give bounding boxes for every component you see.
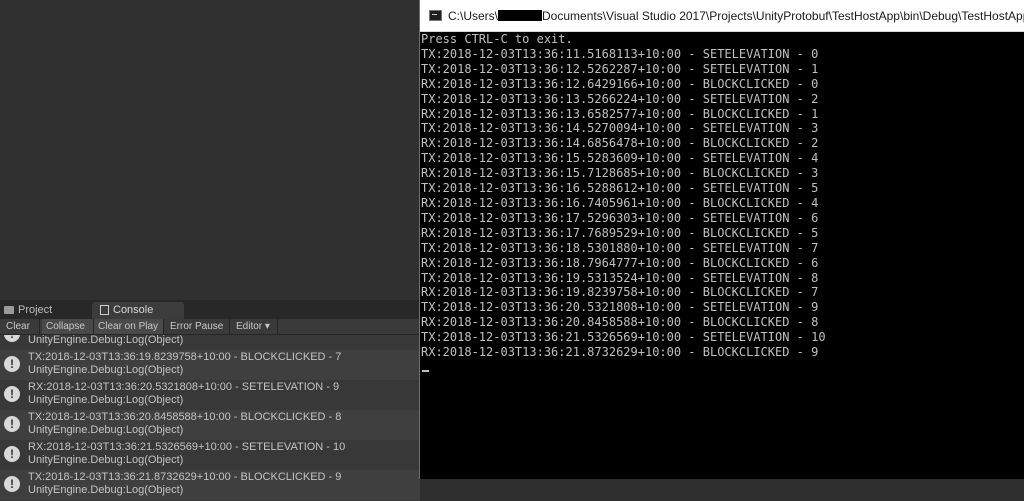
console-lines: Press CTRL-C to exit. TX:2018-12-03T13:36… <box>421 32 1024 360</box>
unity-editor-area <box>0 0 420 300</box>
log-stacktrace: UnityEngine.Debug:Log(Object) <box>28 394 184 406</box>
panel-tabbar: Project Console <box>0 300 420 319</box>
console-line: TX:2018-12-03T13:36:21.5326569+10:00 - S… <box>421 330 826 345</box>
console-line: TX:2018-12-03T13:36:13.5266224+10:00 - S… <box>421 91 819 106</box>
console-window[interactable]: C:\Users\ Documents\Visual Studio 2017\Pr… <box>419 0 1024 479</box>
console-icon <box>100 305 109 316</box>
info-icon: ! <box>4 356 20 372</box>
console-line: RX:2018-12-03T13:36:12.6429166+10:00 - B… <box>421 76 819 91</box>
log-entry[interactable]: ! UnityEngine.Debug:Log(Object) <box>0 335 420 350</box>
clear-on-play-toggle[interactable]: Clear on Play <box>94 319 164 334</box>
console-line: TX:2018-12-03T13:36:17.5296303+10:00 - S… <box>421 210 819 225</box>
console-line: RX:2018-12-03T13:36:16.7405961+10:00 - B… <box>421 195 819 210</box>
console-line: TX:2018-12-03T13:36:18.5301880+10:00 - S… <box>421 240 819 255</box>
info-icon: ! <box>4 476 20 492</box>
console-line: TX:2018-12-03T13:36:16.5288612+10:00 - S… <box>421 181 819 196</box>
text-cursor <box>422 370 429 372</box>
log-entry[interactable]: ! TX:2018-12-03T13:36:19.8239758+10:00 - … <box>0 350 420 380</box>
log-message: RX:2018-12-03T13:36:21.5326569+10:00 - S… <box>28 441 346 453</box>
tab-project-label: Project <box>18 304 53 316</box>
info-icon: ! <box>4 386 20 402</box>
log-entry[interactable]: ! RX:2018-12-03T13:36:21.5326569+10:00 - … <box>0 440 420 470</box>
tab-console-label: Console <box>113 304 154 316</box>
redacted-username <box>498 10 543 21</box>
tab-console[interactable]: Console <box>92 302 184 319</box>
log-stacktrace: UnityEngine.Debug:Log(Object) <box>28 484 184 496</box>
console-line: RX:2018-12-03T13:36:21.8732629+10:00 - B… <box>421 345 819 360</box>
console-line: RX:2018-12-03T13:36:20.8458588+10:00 - B… <box>421 315 819 330</box>
console-log-list[interactable]: ! UnityEngine.Debug:Log(Object)! TX:2018-1… <box>0 335 420 501</box>
clear-button[interactable]: Clear <box>2 319 40 334</box>
log-message: TX:2018-12-03T13:36:20.8458588+10:00 - B… <box>28 411 342 423</box>
log-stacktrace: UnityEngine.Debug:Log(Object) <box>28 335 184 346</box>
cmd-icon <box>429 10 442 21</box>
log-entry[interactable]: ! RX:2018-12-03T13:36:20.5321808+10:00 - … <box>0 380 420 410</box>
console-line: RX:2018-12-03T13:36:17.7689529+10:00 - B… <box>421 225 819 240</box>
collapse-toggle[interactable]: Collapse <box>42 319 94 334</box>
info-icon: ! <box>4 416 20 432</box>
log-message: TX:2018-12-03T13:36:19.8239758+10:00 - B… <box>28 351 342 363</box>
tab-project[interactable]: Project <box>4 302 88 319</box>
error-pause-toggle[interactable]: Error Pause <box>166 319 230 334</box>
console-window-title: C:\Users\ Documents\Visual Studio 2017\Pr… <box>448 9 1024 23</box>
unity-console-panel: Project Console Clear Collapse Clear on … <box>0 300 420 501</box>
log-entry[interactable]: ! TX:2018-12-03T13:36:20.8458588+10:00 - … <box>0 410 420 440</box>
console-line: TX:2018-12-03T13:36:15.5283609+10:00 - S… <box>421 151 819 166</box>
console-line: RX:2018-12-03T13:36:14.6856478+10:00 - B… <box>421 136 819 151</box>
log-entry[interactable]: ! TX:2018-12-03T13:36:21.8732629+10:00 - … <box>0 470 420 500</box>
console-line: TX:2018-12-03T13:36:19.5313524+10:00 - S… <box>421 270 819 285</box>
console-line: Press CTRL-C to exit. <box>421 32 573 46</box>
console-toolbar: Clear Collapse Clear on Play Error Pause… <box>0 319 420 335</box>
log-stacktrace: UnityEngine.Debug:Log(Object) <box>28 364 184 376</box>
log-stacktrace: UnityEngine.Debug:Log(Object) <box>28 454 184 466</box>
info-icon: ! <box>4 335 20 342</box>
console-titlebar[interactable]: C:\Users\ Documents\Visual Studio 2017\Pr… <box>420 0 1024 32</box>
title-prefix: C:\Users\ <box>448 9 499 23</box>
console-line: TX:2018-12-03T13:36:14.5270094+10:00 - S… <box>421 121 819 136</box>
log-message: TX:2018-12-03T13:36:21.8732629+10:00 - B… <box>28 471 342 483</box>
log-message: RX:2018-12-03T13:36:20.5321808+10:00 - S… <box>28 381 340 393</box>
console-line: TX:2018-12-03T13:36:12.5262287+10:00 - S… <box>421 61 819 76</box>
folder-icon <box>4 306 14 315</box>
editor-dropdown[interactable]: Editor ▾ <box>232 319 278 334</box>
console-line: RX:2018-12-03T13:36:18.7964777+10:00 - B… <box>421 255 819 270</box>
console-line: TX:2018-12-03T13:36:20.5321808+10:00 - S… <box>421 300 819 315</box>
log-stacktrace: UnityEngine.Debug:Log(Object) <box>28 424 184 436</box>
console-line: RX:2018-12-03T13:36:19.8239758+10:00 - B… <box>421 285 819 300</box>
info-icon: ! <box>4 446 20 462</box>
console-output[interactable]: Press CTRL-C to exit. TX:2018-12-03T13:36… <box>420 31 1024 479</box>
console-line: RX:2018-12-03T13:36:15.7128685+10:00 - B… <box>421 166 819 181</box>
console-line: RX:2018-12-03T13:36:13.6582577+10:00 - B… <box>421 106 819 121</box>
title-suffix: Documents\Visual Studio 2017\Projects\Un… <box>542 9 1024 23</box>
console-line: TX:2018-12-03T13:36:11.5168113+10:00 - S… <box>421 46 819 61</box>
